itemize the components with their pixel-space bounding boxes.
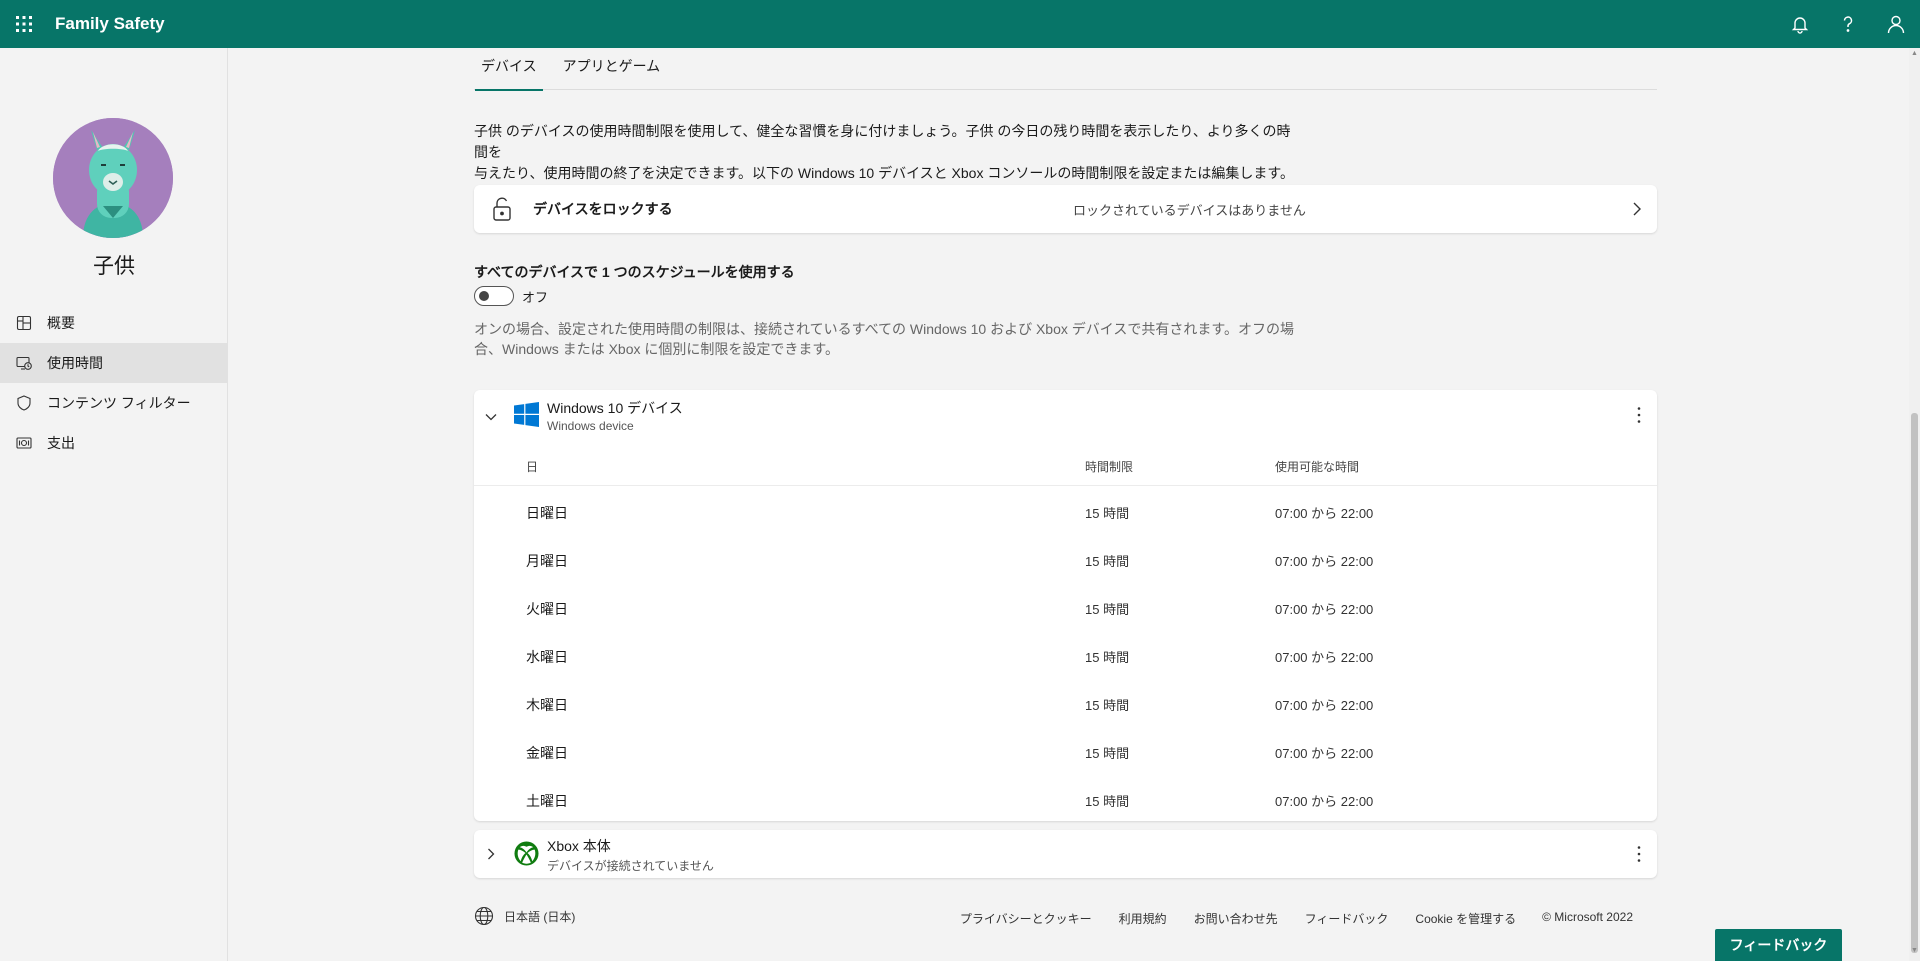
top-bar: Family Safety — [0, 0, 1920, 48]
notifications-button[interactable] — [1776, 0, 1824, 48]
chevron-right-icon — [1633, 202, 1641, 216]
sidebar-item-label: 概要 — [47, 315, 75, 331]
table-row[interactable]: 金曜日 15 時間 07:00 から 22:00 — [474, 726, 1657, 774]
table-row[interactable]: 木曜日 15 時間 07:00 から 22:00 — [474, 678, 1657, 726]
footer: 日本語 (日本) プライバシーとクッキー 利用規約 お問い合わせ先 フィードバッ… — [474, 902, 1657, 932]
sidebar-item-label: 支出 — [47, 435, 75, 451]
unlock-icon — [493, 197, 511, 221]
windows-device-header: Windows 10 デバイス Windows device — [474, 390, 1657, 442]
sidebar-item-label: 使用時間 — [47, 355, 103, 371]
child-name: 子供 — [93, 255, 135, 278]
lock-devices-title: デバイスをロックする — [533, 201, 673, 217]
shared-schedule-title: すべてのデバイスで 1 つのスケジュールを使用する — [474, 264, 795, 280]
table-row[interactable]: 火曜日 15 時間 07:00 から 22:00 — [474, 582, 1657, 630]
xbox-device-subtitle: デバイスが接続されていません — [547, 859, 714, 873]
table-row[interactable]: 月曜日 15 時間 07:00 から 22:00 — [474, 534, 1657, 582]
app-launcher-button[interactable] — [0, 0, 48, 48]
avatar — [53, 118, 173, 238]
schedule-table-header: 日 時間制限 使用可能な時間 — [474, 442, 1657, 486]
app-title[interactable]: Family Safety — [55, 14, 165, 34]
llama-avatar-icon — [53, 118, 173, 238]
xbox-device-header: Xbox 本体 デバイスが接続されていません — [474, 830, 1657, 878]
side-nav: 概要 使用時間 コンテンツ フィルター 支出 — [0, 303, 228, 463]
scrollbar-thumb[interactable] — [1911, 413, 1918, 953]
shared-schedule-description: オンの場合、設定された使用時間の制限は、接続されているすべての Windows … — [474, 321, 1294, 357]
help-button[interactable] — [1824, 0, 1872, 48]
chevron-down-icon[interactable] — [484, 410, 498, 424]
account-button[interactable] — [1872, 0, 1920, 48]
globe-icon — [474, 906, 494, 926]
spending-icon — [16, 437, 32, 449]
language-label: 日本語 (日本) — [504, 909, 576, 924]
scroll-up-arrow-icon[interactable]: ▲ — [1909, 50, 1920, 62]
lock-status: ロックされているデバイスはありません — [1073, 202, 1306, 218]
more-options-icon[interactable] — [1637, 406, 1641, 424]
windows-logo-icon — [514, 402, 539, 427]
column-range: 使用可能な時間 — [1275, 460, 1360, 474]
footer-link-privacy[interactable]: プライバシーとクッキー — [960, 910, 1092, 927]
table-row[interactable]: 日曜日 15 時間 07:00 から 22:00 — [474, 486, 1657, 534]
waffle-icon — [16, 16, 32, 32]
help-icon — [1843, 16, 1853, 32]
shield-icon — [17, 395, 31, 411]
sidebar-item-overview[interactable]: 概要 — [0, 303, 228, 343]
language-selector[interactable]: 日本語 (日本) — [474, 906, 575, 926]
footer-link-feedback[interactable]: フィードバック — [1305, 910, 1389, 927]
footer-link-contact[interactable]: お問い合わせ先 — [1194, 910, 1278, 927]
tab-bar: デバイス アプリとゲーム — [474, 48, 1657, 91]
bell-icon — [1791, 17, 1809, 34]
toggle-state-label: オフ — [522, 289, 549, 305]
xbox-device-card: Xbox 本体 デバイスが接続されていません — [474, 830, 1657, 878]
overview-icon — [16, 315, 32, 331]
copyright: © Microsoft 2022 — [1542, 910, 1633, 924]
sidebar-item-spending[interactable]: 支出 — [0, 423, 228, 463]
scrollbar[interactable]: ▲ ▼ — [1909, 48, 1920, 961]
feedback-button[interactable]: フィードバック — [1715, 929, 1842, 961]
column-day: 日 — [526, 460, 539, 474]
windows-device-title: Windows 10 デバイス — [547, 400, 683, 416]
sidebar: 子供 概要 使用時間 コンテンツ フィルター 支出 — [0, 48, 228, 961]
intro-text: 子供 のデバイスの使用時間制限を使用して、健全な習慣を身に付けましょう。子供 の… — [474, 123, 1294, 181]
more-options-icon[interactable] — [1637, 845, 1641, 863]
sidebar-item-content-filter[interactable]: コンテンツ フィルター — [0, 383, 228, 423]
windows-device-card: Windows 10 デバイス Windows device 日 時間制限 使用… — [474, 390, 1657, 821]
windows-device-subtitle: Windows device — [547, 419, 634, 433]
sidebar-item-screen-time[interactable]: 使用時間 — [0, 343, 228, 383]
footer-link-terms[interactable]: 利用規約 — [1119, 910, 1167, 927]
xbox-logo-icon — [514, 841, 539, 866]
tab-devices[interactable]: デバイス — [475, 48, 543, 91]
footer-link-cookies[interactable]: Cookie を管理する — [1415, 910, 1516, 927]
scroll-down-arrow-icon[interactable]: ▼ — [1909, 947, 1920, 959]
chevron-right-icon[interactable] — [484, 847, 498, 861]
lock-devices-card[interactable]: デバイスをロックする ロックされているデバイスはありません — [474, 185, 1657, 233]
table-row[interactable]: 土曜日 15 時間 07:00 から 22:00 — [474, 774, 1657, 822]
main-content: デバイス アプリとゲーム 子供 のデバイスの使用時間制限を使用して、健全な習慣を… — [229, 48, 1909, 961]
footer-links: プライバシーとクッキー 利用規約 お問い合わせ先 フィードバック Cookie … — [933, 910, 1633, 927]
xbox-device-title: Xbox 本体 — [547, 838, 611, 854]
tab-apps-and-games[interactable]: アプリとゲーム — [563, 48, 661, 90]
shared-schedule-toggle[interactable] — [474, 286, 514, 306]
screen-time-icon — [16, 356, 32, 370]
account-icon — [1887, 15, 1905, 34]
column-limit: 時間制限 — [1085, 460, 1134, 474]
table-row[interactable]: 水曜日 15 時間 07:00 から 22:00 — [474, 630, 1657, 678]
sidebar-item-label: コンテンツ フィルター — [47, 395, 191, 411]
